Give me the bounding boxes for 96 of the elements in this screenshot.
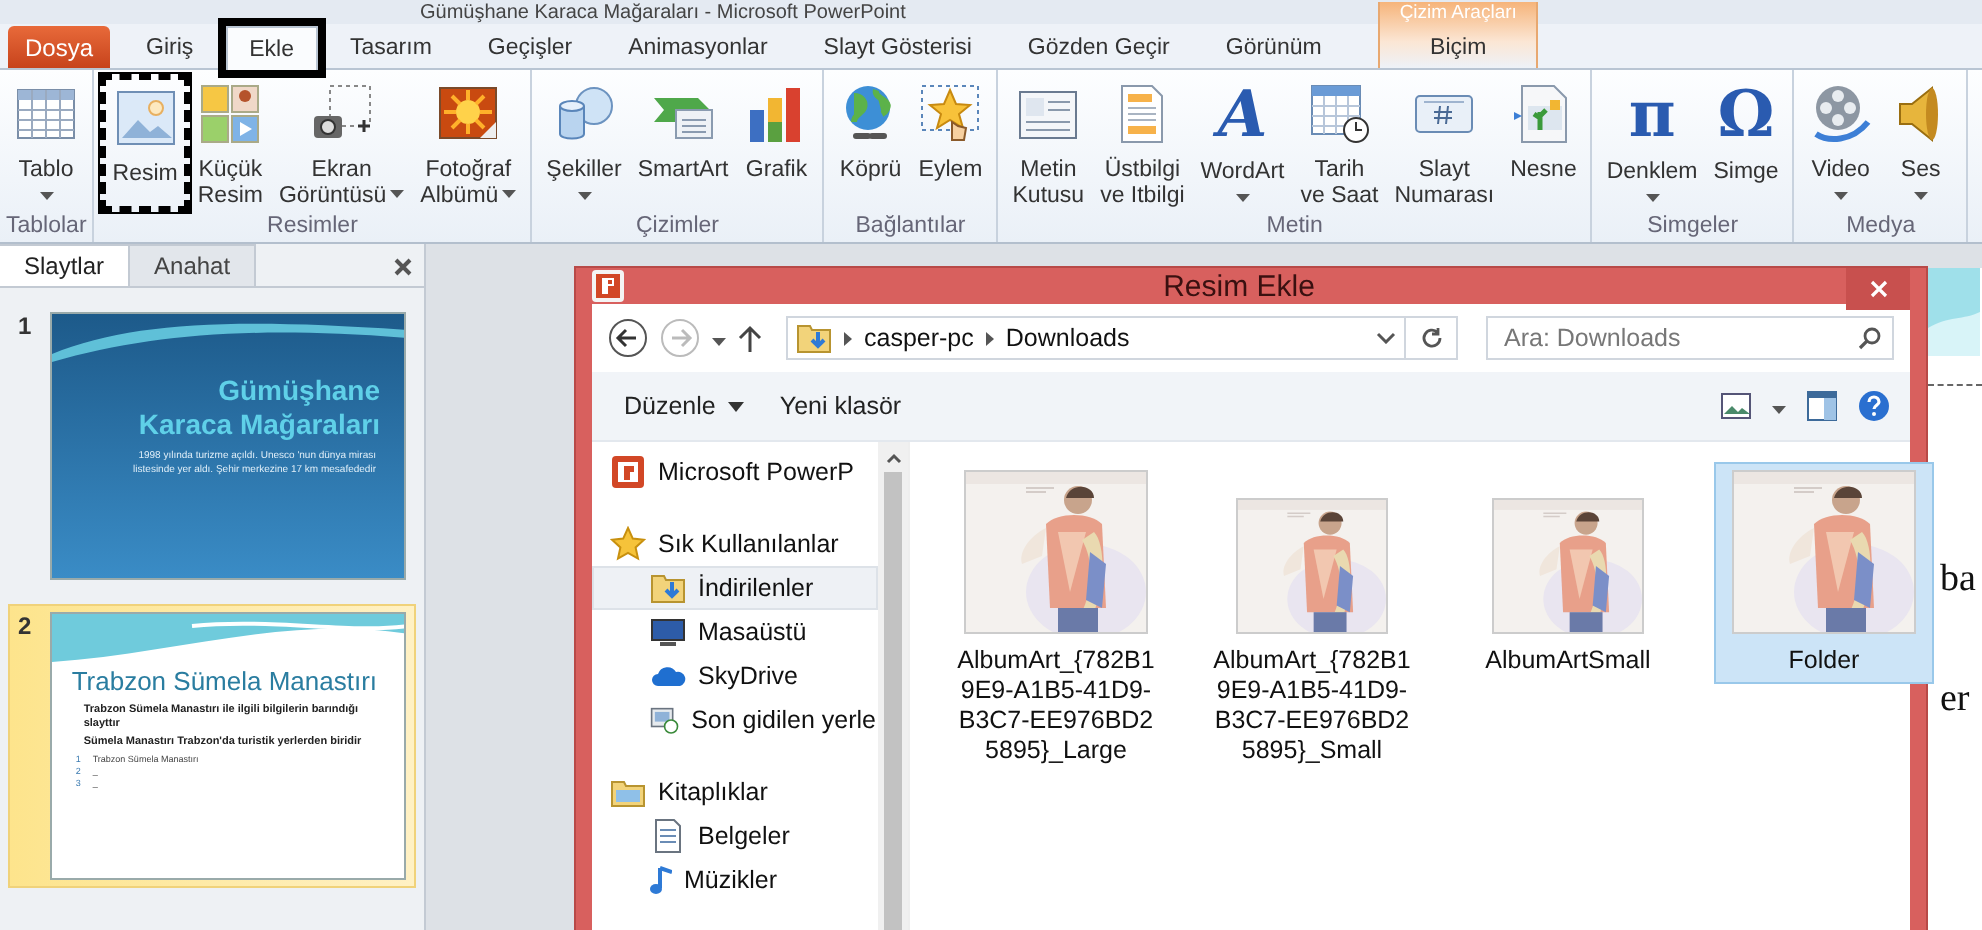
contextual-group-label: Çizim Araçları [1397, 2, 1519, 26]
ribbon-tab[interactable]: Animasyonlar [604, 26, 792, 68]
group-label: Resimler [265, 212, 360, 242]
scroll-up-icon[interactable] [885, 452, 901, 464]
ribbon-tab[interactable]: Geçişler [463, 26, 597, 68]
refresh-button[interactable] [1406, 316, 1458, 360]
chevron-icon [844, 331, 852, 345]
close-icon [1869, 280, 1887, 298]
group-label: Metin [1264, 212, 1325, 242]
ribbon-button[interactable]: A WordArt [1192, 74, 1293, 212]
chevron-down-icon[interactable] [1376, 332, 1396, 344]
ribbon-button[interactable]: Video [1800, 74, 1881, 212]
search-icon [1858, 326, 1882, 350]
ribbon-button[interactable]: Slayt Numarası [1386, 74, 1503, 212]
file-item[interactable]: AlbumArt_{782B19E9-A1B5-41D9-B3C7-EE976BD25895}_Large [946, 462, 1166, 774]
window-title: Gümüşhane Karaca Mağaraları - Microsoft PowerPoint [420, 2, 906, 24]
view-caret-icon [1772, 406, 1786, 414]
address-bar[interactable]: casper-pc Downloads [786, 316, 1406, 360]
picture-icon [113, 86, 178, 150]
view-icon[interactable] [1720, 392, 1752, 420]
ribbon-button[interactable]: SmartArt [629, 74, 737, 212]
help-icon[interactable] [1858, 390, 1890, 422]
nav-item[interactable]: Belgeler [592, 814, 878, 858]
ribbon-button[interactable]: Ω Simge [1705, 74, 1787, 212]
nav-item[interactable]: Microsoft PowerP [592, 450, 878, 494]
slide-title: Gümüşhane Karaca Mağaraları [136, 372, 382, 442]
nav-item[interactable]: Masaüstü [592, 610, 878, 654]
up-arrow-icon[interactable] [738, 324, 762, 352]
ribbon-button[interactable]: Ses [1880, 74, 1961, 212]
ribbon-button[interactable]: Tablo [6, 74, 86, 212]
ribbon-button[interactable]: Tarih ve Saat [1292, 74, 1387, 212]
ribbon-tab[interactable]: Giriş [122, 26, 218, 68]
clip-art-icon [198, 82, 263, 146]
group-label: Çizimler [633, 212, 721, 242]
file-tab[interactable]: Dosya [8, 26, 110, 68]
ribbon-button[interactable]: Grafik [736, 74, 817, 212]
group-label: Bağlantılar [853, 212, 968, 242]
file-item[interactable]: AlbumArt_{782B19E9-A1B5-41D9-B3C7-EE976BD25895}_Small [1202, 490, 1422, 774]
caret-icon [727, 401, 744, 411]
ribbon-button[interactable]: Nesne [1502, 74, 1585, 212]
ribbon-button[interactable]: Küçük Resim [189, 74, 271, 212]
star-icon [610, 526, 646, 562]
ribbon-button[interactable]: Şekiller [538, 74, 630, 212]
group-label: Simgeler [1645, 212, 1741, 242]
nav-item[interactable]: Sık Kullanılanlar [592, 522, 878, 566]
ribbon-tab[interactable]: Biçim [1379, 26, 1537, 68]
group-label: Tablolar [6, 212, 87, 242]
slide-text: ba [1938, 558, 1978, 602]
organize-button[interactable]: Düzenle [612, 392, 756, 420]
document-icon [650, 818, 686, 854]
search-field[interactable]: Ara: Downloads [1486, 316, 1894, 360]
panel-tab[interactable]: Slaytlar [0, 244, 131, 286]
nav-item[interactable]: Son gidilen yerle [592, 698, 878, 742]
close-button[interactable] [1846, 268, 1910, 310]
slide-number: 1 [18, 312, 34, 344]
ribbon-button[interactable]: Ekran Görüntüsü [270, 74, 413, 212]
nav-item[interactable]: SkyDrive [592, 654, 878, 698]
chevron-icon [985, 331, 994, 345]
refresh-icon [1419, 326, 1443, 350]
file-item[interactable]: Folder [1714, 462, 1934, 684]
ribbon-button[interactable]: Köprü [830, 74, 911, 212]
ribbon-button[interactable]: π Denklem [1598, 74, 1706, 212]
preview-pane-icon[interactable] [1806, 390, 1838, 422]
downloads-icon [650, 570, 686, 606]
ribbon-tab[interactable]: Slayt Gösterisi [799, 26, 996, 68]
recent-places-icon [650, 702, 680, 738]
desktop-icon [650, 614, 686, 650]
ribbon-tab[interactable]: Görünüm [1201, 26, 1346, 68]
close-icon[interactable] [394, 258, 412, 276]
dialog-title: Resim Ekle [1161, 269, 1317, 303]
ribbon-button[interactable]: Fotoğraf Albümü [412, 74, 525, 212]
ribbon-button[interactable]: Üstbilgi ve Itbilgi [1092, 74, 1193, 212]
calendar-icon [1307, 82, 1372, 146]
nav-item[interactable]: Müzikler [592, 858, 878, 902]
file-item[interactable]: AlbumArtSmall [1458, 490, 1678, 684]
panel-tab[interactable]: Anahat [128, 244, 257, 286]
slide-title: Trabzon Sümela Manastırı [69, 664, 380, 700]
new-folder-button[interactable]: Yeni klasör [767, 392, 914, 420]
folder-icon [796, 322, 832, 354]
slide-number: 2 [18, 612, 34, 644]
group-label: Medya [1844, 212, 1918, 242]
scrollbar[interactable] [878, 442, 908, 930]
powerpoint-icon [610, 454, 646, 490]
star-icon [918, 82, 983, 146]
ribbon-tab[interactable]: Tasarım [326, 26, 456, 68]
ribbon-button[interactable]: Resim [100, 74, 190, 212]
ribbon-button[interactable]: Eylem [910, 74, 991, 212]
ribbon-button[interactable]: Metin Kutusu [1004, 74, 1093, 212]
ribbon-tab[interactable]: Gözden Geçir [1003, 26, 1194, 68]
nav-item[interactable]: İndirilenler [592, 566, 878, 610]
music-icon [650, 866, 672, 894]
slide-text: er [1938, 678, 1972, 722]
back-icon[interactable] [608, 318, 648, 358]
history-caret-icon [712, 338, 726, 346]
film-reel-icon [1808, 82, 1873, 146]
nav-item[interactable]: Kitaplıklar [592, 770, 878, 814]
